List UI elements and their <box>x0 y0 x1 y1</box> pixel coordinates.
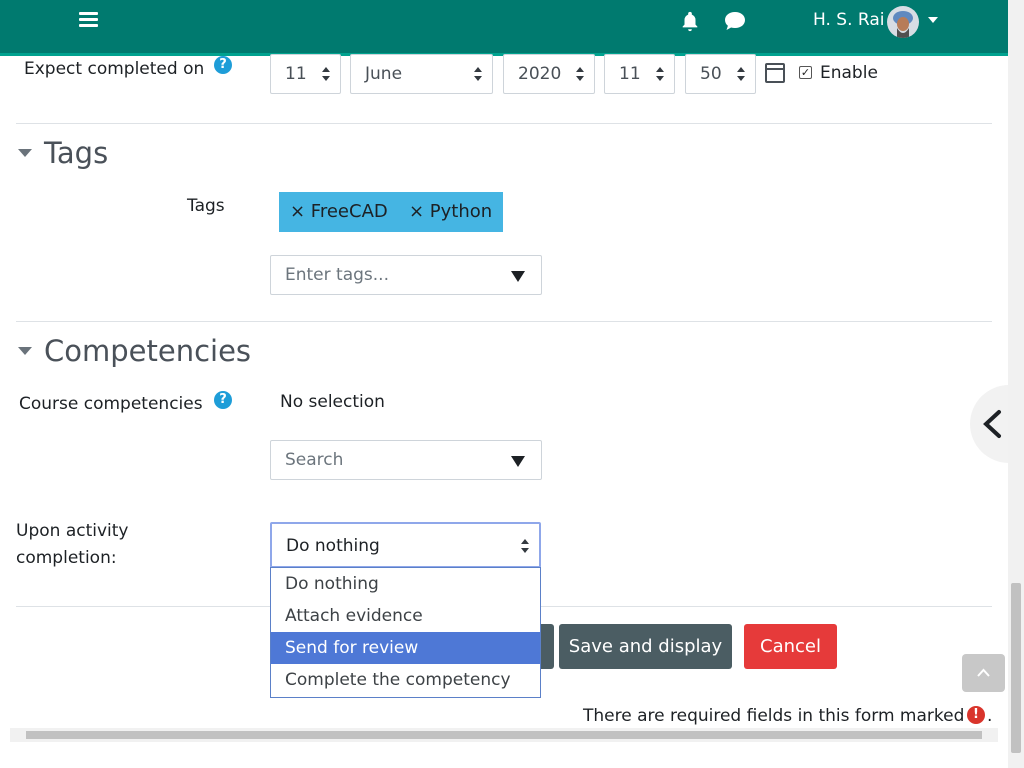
minute-value: 50 <box>700 64 722 84</box>
chevron-up-icon <box>977 668 990 677</box>
vertical-scroll-thumb[interactable] <box>1011 583 1021 753</box>
hour-value: 11 <box>619 64 641 84</box>
select-arrows-icon <box>474 67 482 81</box>
competency-search-input[interactable]: Search <box>270 440 542 480</box>
tags-placeholder: Enter tags... <box>285 265 389 285</box>
calendar-icon[interactable] <box>765 63 785 83</box>
option-do-nothing[interactable]: Do nothing <box>271 568 540 600</box>
menu-icon[interactable] <box>79 12 98 28</box>
select-arrows-icon <box>656 67 664 81</box>
dropdown-arrow-icon[interactable] <box>511 271 525 282</box>
upon-completion-select[interactable]: Do nothing <box>270 522 541 568</box>
required-fields-note: There are required fields in this form m… <box>583 706 965 726</box>
year-select[interactable]: 2020 <box>503 54 595 94</box>
avatar[interactable] <box>887 6 919 38</box>
select-arrows-icon <box>521 539 529 553</box>
tags-label: Tags <box>187 196 225 216</box>
collapse-icon <box>18 347 32 355</box>
user-name[interactable]: H. S. Rai <box>813 10 884 30</box>
hidden-save-button[interactable] <box>540 624 554 669</box>
required-icon: ! <box>967 706 985 724</box>
horizontal-scroll-thumb[interactable] <box>26 731 982 739</box>
tags-section-title: Tags <box>44 136 109 170</box>
completion-options-dropdown: Do nothing Attach evidence Send for revi… <box>270 567 541 698</box>
chat-icon[interactable] <box>723 10 747 32</box>
upon-completion-label-2: completion: <box>16 548 117 568</box>
search-placeholder: Search <box>285 450 344 470</box>
caret-down-icon[interactable] <box>928 17 938 23</box>
select-arrows-icon <box>576 67 584 81</box>
enable-label[interactable]: Enable <box>820 63 878 83</box>
option-complete-competency[interactable]: Complete the competency <box>271 664 540 696</box>
tag-freecad[interactable]: × FreeCAD <box>279 192 399 232</box>
tags-section-header[interactable]: Tags <box>18 136 108 170</box>
divider <box>16 321 992 322</box>
minute-select[interactable]: 50 <box>685 54 756 94</box>
hour-select[interactable]: 11 <box>604 54 675 94</box>
tags-input[interactable]: Enter tags... <box>270 255 542 295</box>
help-icon[interactable]: ? <box>214 56 232 74</box>
select-arrows-icon <box>322 67 330 81</box>
competencies-section-title: Competencies <box>44 334 252 368</box>
day-value: 11 <box>285 64 307 84</box>
dropdown-arrow-icon[interactable] <box>511 456 525 467</box>
year-value: 2020 <box>518 64 562 84</box>
back-to-top-button[interactable] <box>962 654 1005 692</box>
option-attach-evidence[interactable]: Attach evidence <box>271 600 540 632</box>
top-navbar: H. S. Rai <box>0 0 1008 56</box>
tag-python[interactable]: × Python <box>398 192 504 232</box>
upon-completion-value: Do nothing <box>286 536 380 556</box>
select-arrows-icon <box>737 67 745 81</box>
required-note-period: . <box>987 706 993 726</box>
upon-completion-label-1: Upon activity <box>16 521 129 541</box>
no-selection-text: No selection <box>280 392 385 412</box>
month-select[interactable]: June <box>350 54 493 94</box>
divider <box>16 123 992 124</box>
cancel-button[interactable]: Cancel <box>744 624 837 669</box>
option-send-for-review[interactable]: Send for review <box>271 632 540 664</box>
month-value: June <box>365 64 403 84</box>
competencies-section-header[interactable]: Competencies <box>18 334 251 368</box>
help-icon[interactable]: ? <box>214 391 232 409</box>
expect-completed-label: Expect completed on <box>24 59 205 79</box>
horizontal-scrollbar[interactable] <box>10 728 998 742</box>
bell-icon[interactable] <box>679 10 701 32</box>
enable-checkbox[interactable]: ✓ <box>799 66 812 79</box>
save-and-display-button[interactable]: Save and display <box>559 624 732 669</box>
course-competencies-label: Course competencies <box>19 394 203 414</box>
collapse-icon <box>18 149 32 157</box>
day-select[interactable]: 11 <box>270 54 341 94</box>
